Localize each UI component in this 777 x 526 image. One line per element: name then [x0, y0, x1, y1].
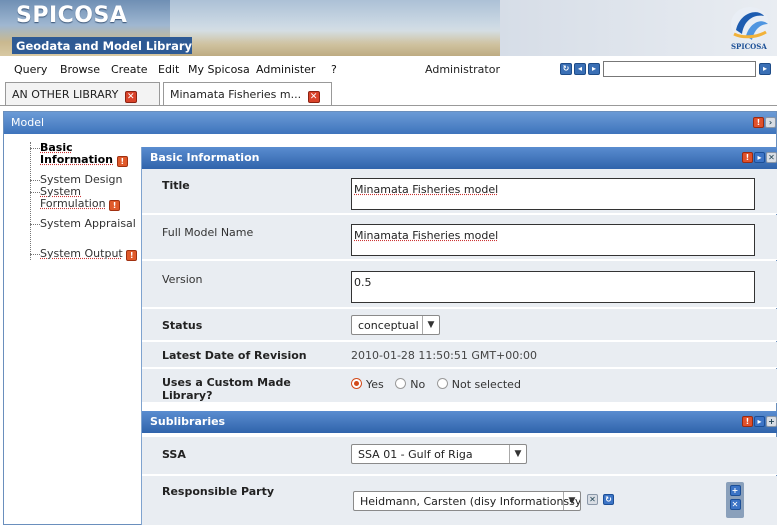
- full-name-label: Full Model Name: [162, 226, 254, 239]
- basic-information-panel: Basic Information ! ▸ ✕ Title Minamata Fis…: [141, 147, 777, 526]
- basic-information-header: Basic Information ! ▸ ✕: [142, 147, 777, 169]
- remove-icon[interactable]: ✕: [587, 494, 598, 505]
- ssa-label: SSA: [162, 448, 186, 461]
- current-user: Administrator: [425, 63, 500, 76]
- radio-not-selected[interactable]: [436, 378, 448, 389]
- close-icon[interactable]: ✕: [124, 91, 137, 103]
- menu-administer[interactable]: Administer: [256, 63, 315, 76]
- status-label: Status: [162, 319, 203, 332]
- menu-help[interactable]: ?: [331, 63, 337, 76]
- version-field[interactable]: 0.5: [351, 271, 755, 303]
- expand-icon[interactable]: ›: [765, 117, 776, 128]
- tab-an-other-library[interactable]: AN OTHER LIBRARY ✕: [5, 82, 160, 106]
- menu-my-spicosa[interactable]: My Spicosa: [188, 63, 250, 76]
- close-icon[interactable]: ✕: [307, 91, 320, 103]
- warning-icon[interactable]: !: [753, 117, 764, 128]
- revision-value: 2010-01-28 11:50:51 GMT+00:00: [351, 349, 537, 362]
- banner-image: [170, 0, 500, 56]
- revision-row: Latest Date of Revision 2010-01-28 11:50…: [142, 342, 777, 368]
- radio-yes[interactable]: [351, 378, 362, 389]
- refresh-icon[interactable]: ↻: [603, 494, 614, 505]
- app-title: SPICOSA: [16, 3, 128, 28]
- warning-icon: !: [109, 200, 121, 211]
- add-icon[interactable]: +: [729, 485, 741, 496]
- warning-icon[interactable]: !: [742, 152, 753, 163]
- tree-item-system-formulation[interactable]: System Formulation !: [30, 186, 142, 211]
- refresh-icon[interactable]: ↻: [560, 63, 572, 75]
- menu-browse[interactable]: Browse: [60, 63, 100, 76]
- model-panel: Model ! › Basic Information ! System Desi…: [3, 111, 777, 526]
- close-icon[interactable]: ✕: [766, 152, 777, 163]
- app-subtitle: Geodata and Model Library: [12, 37, 192, 54]
- custom-library-label: Uses a Custom Made Library?: [162, 376, 291, 402]
- responsible-party-row: Responsible Party Heidmann, Carsten (dis…: [142, 476, 777, 526]
- full-name-row: Full Model Name Minamata Fisheries model: [142, 215, 777, 260]
- responsible-party-label: Responsible Party: [162, 485, 275, 498]
- forward-icon[interactable]: ▸: [588, 63, 600, 75]
- model-panel-title: Model: [11, 116, 45, 129]
- party-actions: + ✕: [726, 482, 744, 518]
- chevron-down-icon: ▼: [509, 445, 526, 463]
- logo-text: SPICOSA: [731, 42, 767, 51]
- chevron-down-icon: ▼: [563, 492, 580, 510]
- ssa-row: SSA SSA 01 - Gulf of Riga ▼: [142, 437, 777, 475]
- add-icon[interactable]: +: [766, 416, 777, 427]
- expand-icon[interactable]: ▸: [754, 152, 765, 163]
- title-row: Title Minamata Fisheries model: [142, 169, 777, 214]
- custom-library-options: Yes No Not selected: [351, 378, 529, 391]
- full-name-field[interactable]: Minamata Fisheries model: [351, 224, 755, 256]
- tab-label: Minamata Fisheries m...: [170, 88, 302, 101]
- tree-item-system-output[interactable]: System Output !: [30, 248, 142, 261]
- menu-query[interactable]: Query: [14, 63, 47, 76]
- menu-create[interactable]: Create: [111, 63, 148, 76]
- title-field[interactable]: Minamata Fisheries model: [351, 178, 755, 210]
- tab-label: AN OTHER LIBRARY: [12, 88, 119, 101]
- status-row: Status conceptual ▼: [142, 309, 777, 341]
- menu-bar: Query Browse Create Edit My Spicosa Admi…: [0, 58, 777, 80]
- status-select[interactable]: conceptual ▼: [351, 315, 440, 335]
- menu-edit[interactable]: Edit: [158, 63, 179, 76]
- warning-icon: !: [126, 250, 138, 261]
- tree-item-basic-information[interactable]: Basic Information !: [30, 142, 142, 167]
- chevron-down-icon: ▼: [422, 316, 439, 334]
- ssa-select[interactable]: SSA 01 - Gulf of Riga ▼: [351, 444, 527, 464]
- radio-no[interactable]: [395, 378, 407, 389]
- remove-icon[interactable]: ✕: [729, 499, 741, 510]
- tab-minamata-fisheries[interactable]: Minamata Fisheries m... ✕: [163, 82, 332, 106]
- sublibraries-header: Sublibraries ! ▸ +: [142, 411, 777, 433]
- tree-item-system-appraisal[interactable]: System Appraisal: [30, 218, 142, 230]
- search-go-icon[interactable]: ▸: [759, 63, 771, 75]
- warning-icon: !: [116, 156, 128, 167]
- version-label: Version: [162, 273, 203, 286]
- version-row: Version 0.5: [142, 261, 777, 308]
- app-banner: SPICOSA Geodata and Model Library SPICOS…: [0, 0, 777, 56]
- search-input[interactable]: [603, 61, 756, 77]
- warning-icon[interactable]: !: [742, 416, 753, 427]
- expand-icon[interactable]: ▸: [754, 416, 765, 427]
- custom-library-row: Uses a Custom Made Library? Yes No Not s…: [142, 369, 777, 403]
- title-label: Title: [162, 179, 190, 192]
- responsible-party-select[interactable]: Heidmann, Carsten (disy Informationssyst…: [353, 491, 581, 511]
- back-icon[interactable]: ◂: [574, 63, 586, 75]
- revision-label: Latest Date of Revision: [162, 349, 307, 362]
- model-panel-header: Model ! ›: [4, 112, 776, 134]
